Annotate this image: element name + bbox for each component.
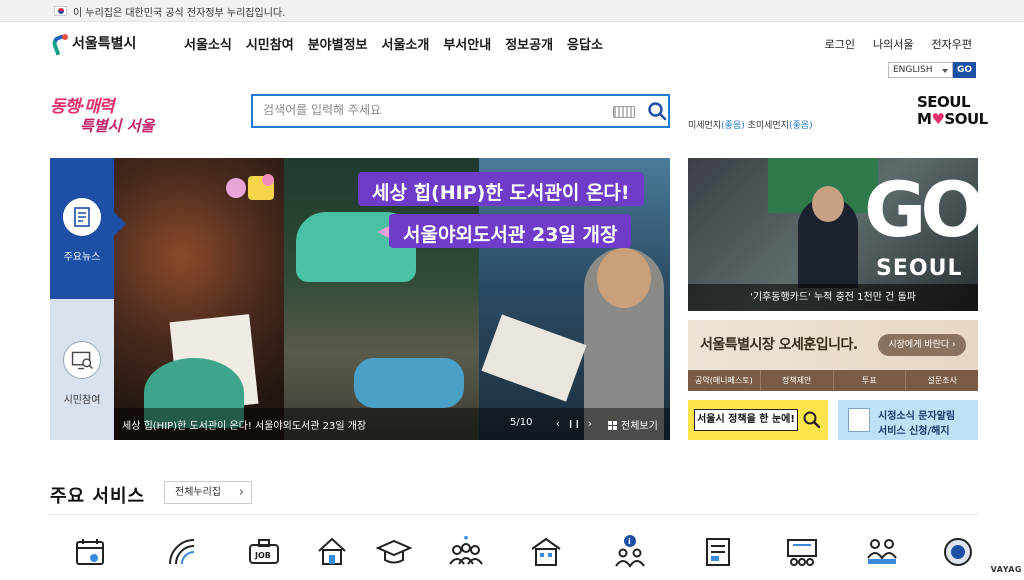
virtual-keyboard-icon[interactable] (613, 106, 635, 118)
mayor-links: 공약(매니페스토) 정책제안 투표 설문조사 (688, 370, 978, 391)
news-card-caption: '기후동행카드' 누적 충전 1천만 건 돌파 (688, 284, 978, 311)
info-people-icon[interactable]: i (612, 534, 648, 570)
language-selector: ENGLISH GO (888, 62, 976, 78)
wifi-icon[interactable] (164, 534, 200, 570)
nav-item-departments[interactable]: 부서안내 (443, 34, 491, 53)
slogan-line2: 특별시 서울 (80, 117, 155, 135)
nav-item-participation[interactable]: 시민참여 (246, 34, 294, 53)
ask-mayor-button[interactable]: 시장에게 바란다 › (878, 334, 966, 356)
gov-notice-bar: 이 누리집은 대한민국 공식 전자정부 누리집입니다. (0, 0, 1024, 22)
banner-title-line1: 세상 힙(HIP)한 도서관이 온다! (358, 172, 644, 206)
meeting-icon[interactable] (864, 534, 900, 570)
nav-item-news[interactable]: 서울소식 (184, 34, 232, 53)
nav-item-open-info[interactable]: 정보공개 (505, 34, 553, 53)
policy-at-a-glance-banner[interactable]: 서울시 정책을 한 눈에! (688, 400, 828, 440)
search-box (251, 94, 670, 128)
login-link[interactable]: 로그인 (825, 36, 855, 52)
banner-pause-button[interactable]: ❙❙ (566, 414, 582, 434)
document-icon[interactable] (700, 534, 736, 570)
services-divider (50, 514, 978, 515)
language-select[interactable]: ENGLISH (888, 62, 953, 78)
banner-counter: 5/10 (510, 417, 533, 428)
banner-prev-button[interactable]: ‹ (550, 414, 566, 434)
seoul-logo[interactable]: 서울특별시 (50, 33, 136, 53)
banner-caption-text[interactable]: 세상 힙(HIP)한 도서관이 온다! 서울야외도서관 23일 개장 (122, 417, 366, 432)
air-quality[interactable]: 미세먼지(좋음) 초미세먼지(좋음) (688, 118, 813, 131)
nav-item-response[interactable]: 응답소 (567, 34, 603, 53)
job-icon[interactable]: JOB (246, 534, 282, 570)
utility-links: 로그인 나의서울 전자우편 (807, 36, 972, 52)
main-visual-banner[interactable]: 세상 힙(HIP)한 도서관이 온다! 서울야외도서관 23일 개장 세상 힙(… (114, 158, 670, 440)
slogan-line1: 동행·매력 (50, 97, 114, 117)
grid-icon (608, 421, 617, 430)
decoration-illustration (226, 174, 274, 200)
search-icon[interactable] (647, 101, 667, 121)
email-link[interactable]: 전자우편 (932, 36, 972, 52)
monitor-search-icon (63, 341, 101, 379)
banner-next-button[interactable]: › (582, 414, 598, 434)
go-logo-text: GO (864, 165, 978, 254)
seoul-logo-text: SEOUL (876, 256, 963, 281)
mayor-link-vote[interactable]: 투표 (834, 370, 907, 391)
sms-phone-icon (848, 408, 870, 432)
svg-text:JOB: JOB (254, 551, 271, 560)
search-input[interactable] (263, 103, 603, 117)
banner-caption-bar: 세상 힙(HIP)한 도서관이 온다! 서울야외도서관 23일 개장 5/10 … (114, 408, 670, 440)
presentation-icon[interactable] (784, 534, 820, 570)
house-icon[interactable] (314, 534, 350, 570)
seoul-my-soul-logo: SEOUL M♥SOUL (917, 93, 988, 134)
calendar-icon[interactable] (72, 534, 108, 570)
main-services-title: 주요 서비스 (50, 486, 146, 507)
svg-text:i: i (628, 537, 631, 546)
climate-card-news[interactable]: GO SEOUL '기후동행카드' 누적 충전 1천만 건 돌파 (688, 158, 978, 311)
sms-line2: 서비스 신청/해지 (878, 426, 950, 437)
banner-title-line2: 서울야외도서관 23일 개장 (376, 214, 632, 248)
tab-citizen-label: 시민참여 (63, 395, 101, 406)
sms-line1: 시정소식 문자알림 (878, 411, 956, 422)
magnifier-icon (803, 411, 821, 429)
slogan-logo: 동행·매력 특별시 서울 (50, 92, 158, 136)
mayor-link-survey[interactable]: 설문조사 (906, 370, 978, 391)
seoul-logo-icon (50, 34, 68, 52)
main-nav: 서울소식 시민참여 분야별정보 서울소개 부서안내 정보공개 응답소 (184, 34, 617, 53)
nav-item-about-seoul[interactable]: 서울소개 (382, 34, 430, 53)
policy-label: 서울시 정책을 한 눈에! (694, 409, 798, 431)
community-icon[interactable] (448, 534, 484, 570)
mayor-card: 서울특별시장 오세훈입니다. 시장에게 바란다 › 공약(매니페스토) 정책제안… (688, 320, 978, 391)
watermark: VAYAG (990, 565, 1022, 574)
services-icon-row: JOB i (50, 534, 978, 580)
tab-main-news[interactable]: 주요뉴스 (50, 158, 126, 299)
fine-dust-value: (좋음) (721, 121, 745, 131)
emblem-icon[interactable] (940, 534, 976, 570)
fine-dust-label: 미세먼지 (688, 121, 722, 131)
banner-view-all-button[interactable]: 전체보기 (608, 417, 658, 432)
mayor-link-manifesto[interactable]: 공약(매니페스토) (688, 370, 761, 391)
visual-side-tabs: 주요뉴스 시민참여 (50, 158, 126, 440)
graduation-cap-icon[interactable] (376, 534, 412, 570)
sms-alert-banner[interactable]: 시정소식 문자알림 서비스 신청/해지 (838, 400, 978, 440)
ultra-fine-dust-value: (좋음) (789, 121, 813, 131)
mayor-link-proposal[interactable]: 정책제안 (761, 370, 834, 391)
my-seoul-link[interactable]: 나의서울 (873, 36, 913, 52)
heart-icon: ♥ (931, 110, 945, 128)
mayor-title: 서울특별시장 오세훈입니다. (700, 337, 858, 353)
brand-line1: SEOUL (917, 93, 971, 111)
all-sites-button[interactable]: 전체누리집 (164, 481, 252, 504)
logo-text: 서울특별시 (72, 36, 137, 52)
building-icon[interactable] (528, 534, 564, 570)
brand-line2: M♥SOUL (917, 110, 988, 128)
tab-citizen-participation[interactable]: 시민참여 (50, 299, 114, 440)
newspaper-icon (63, 198, 101, 236)
gov-notice-text: 이 누리집은 대한민국 공식 전자정부 누리집입니다. (73, 8, 286, 19)
ultra-fine-dust-label: 초미세먼지 (747, 121, 789, 131)
tab-main-news-label: 주요뉴스 (63, 252, 101, 263)
korea-flag-icon (54, 6, 67, 16)
nav-item-field-info[interactable]: 분야별정보 (308, 34, 368, 53)
language-go-button[interactable]: GO (953, 62, 976, 78)
